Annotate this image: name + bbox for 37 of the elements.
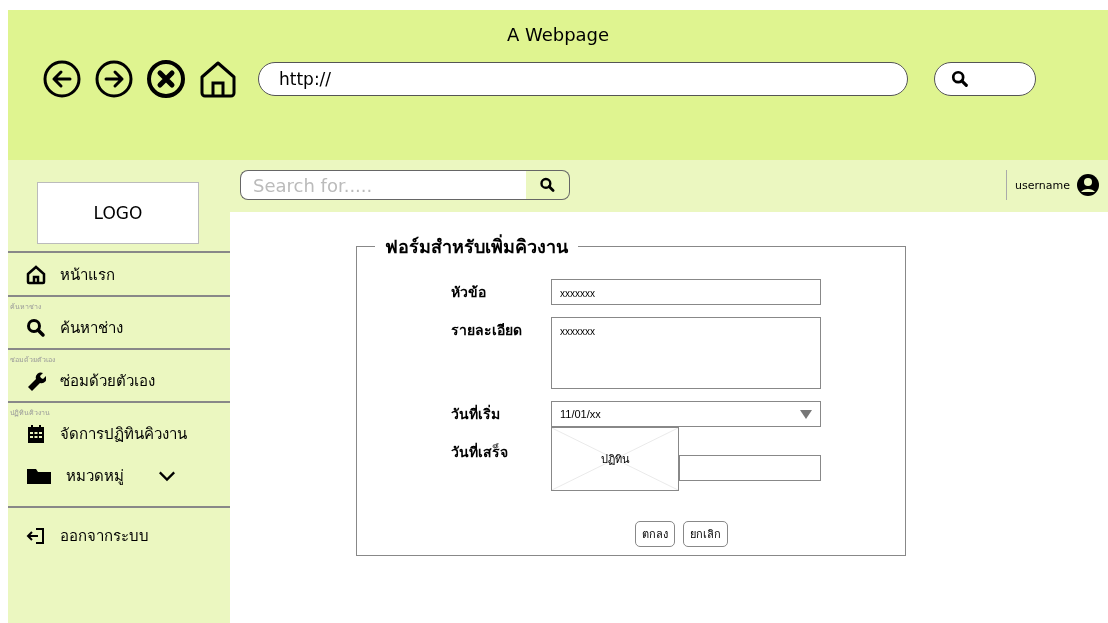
- forward-icon[interactable]: [94, 59, 134, 99]
- field-label: วันที่เริ่ม: [451, 403, 501, 424]
- text-field[interactable]: xxxxxxx: [551, 279, 821, 305]
- field-label: วันที่เสร็จ: [451, 441, 509, 462]
- sidebar-item[interactable]: ค้นหาช่าง: [8, 310, 230, 346]
- form-title: ฟอร์มสำหรับเพิ่มคิวงาน: [384, 233, 569, 259]
- close-icon[interactable]: [146, 59, 186, 99]
- sidebar-item[interactable]: ซ่อมด้วยตัวเอง: [8, 363, 230, 399]
- logout-icon: [26, 526, 46, 546]
- date-dropdown[interactable]: 11/01/xx: [551, 401, 821, 427]
- form-button[interactable]: ยกเลิก: [682, 521, 728, 547]
- calendar-placeholder[interactable]: ปฏิทิน: [551, 427, 679, 491]
- page-title: A Webpage: [505, 24, 611, 45]
- folder-icon: [26, 466, 52, 486]
- field-label: หัวข้อ: [451, 283, 487, 302]
- username: username: [1015, 178, 1070, 192]
- sidebar-item[interactable]: จัดการปฏิทินคิวงาน: [8, 416, 230, 452]
- sidebar-item[interactable]: ออกจากระบบ: [8, 518, 230, 554]
- logo: LOGO: [37, 182, 199, 244]
- sidebar-item[interactable]: หน้าแรก: [8, 257, 230, 293]
- textarea-field[interactable]: xxxxxxx: [551, 317, 821, 389]
- home-icon[interactable]: [198, 59, 238, 99]
- user-avatar-icon[interactable]: [1076, 173, 1100, 197]
- back-icon[interactable]: [42, 59, 82, 99]
- search-icon: [951, 70, 969, 88]
- date-field[interactable]: [679, 455, 821, 481]
- search-icon: [26, 318, 46, 338]
- sidebar-item[interactable]: หมวดหมู่: [8, 458, 230, 494]
- form-button[interactable]: ตกลง: [634, 521, 675, 547]
- field-label: รายละเอียด: [451, 321, 523, 340]
- wrench-icon: [26, 371, 46, 391]
- calendar-icon: [26, 424, 46, 444]
- dropdown-arrow-icon: [800, 409, 812, 419]
- chevron-down-icon: [158, 470, 176, 482]
- home-icon: [26, 265, 46, 285]
- search-button[interactable]: [934, 62, 1036, 96]
- url-field[interactable]: http://: [258, 62, 908, 96]
